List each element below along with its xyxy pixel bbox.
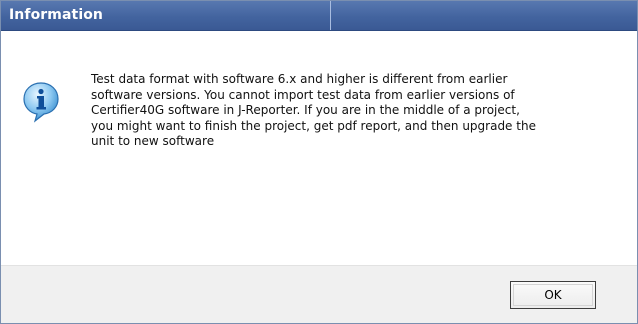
ok-button[interactable]: OK: [510, 281, 596, 309]
message-text: Test data format with software 6.x and h…: [91, 72, 536, 148]
title-bar-divider: [330, 1, 331, 30]
dialog-title: Information: [9, 7, 104, 23]
information-dialog: Information Test data format with softwa…: [0, 0, 638, 324]
title-bar[interactable]: Information: [1, 1, 637, 31]
dialog-footer: OK: [1, 265, 637, 323]
information-icon: [23, 82, 59, 123]
dialog-content: Test data format with software 6.x and h…: [1, 31, 637, 259]
